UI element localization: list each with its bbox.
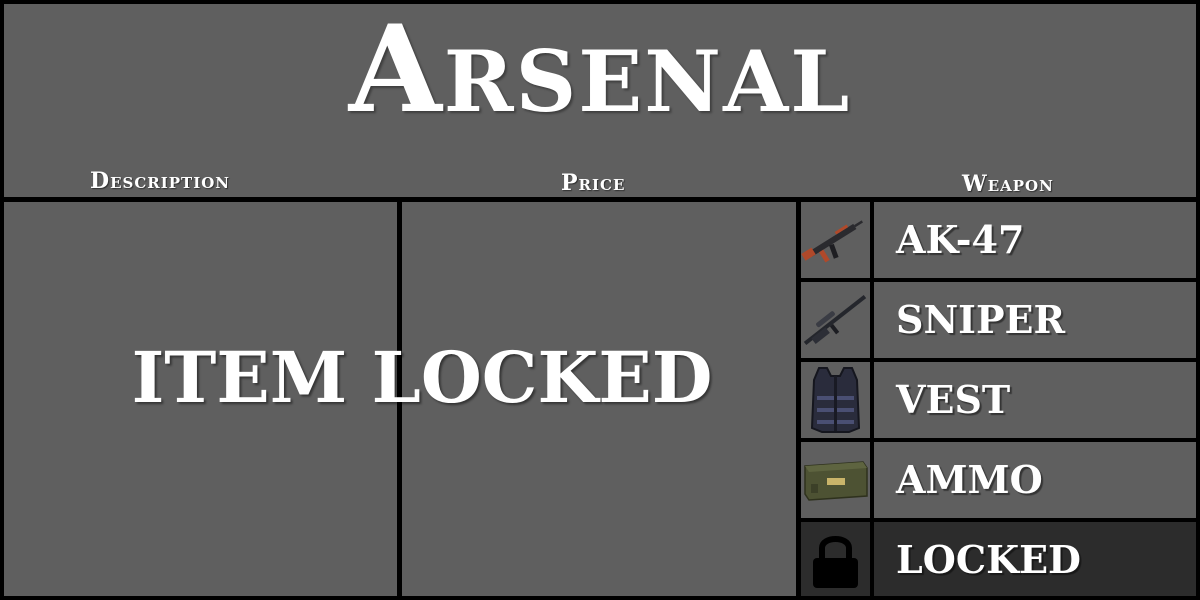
page-title: Arsenal — [348, 0, 852, 140]
ammo-box-icon — [801, 442, 870, 518]
weapon-row-locked[interactable]: LOCKED — [801, 522, 1196, 596]
weapon-label-cell[interactable]: LOCKED — [874, 522, 1196, 596]
padlock-icon — [801, 522, 870, 596]
weapon-label: SNIPER — [896, 297, 1066, 342]
weapon-label: VEST — [896, 377, 1011, 422]
weapon-label: LOCKED — [896, 537, 1082, 582]
weapon-label-cell[interactable]: AK-47 — [874, 202, 1196, 278]
weapon-row-ak47[interactable]: AK-47 — [801, 202, 1196, 278]
body-armor-vest-icon — [801, 362, 870, 438]
weapon-label-cell[interactable]: VEST — [874, 362, 1196, 438]
arsenal-screen: Arsenal Description Price Weapon ITEM LO… — [0, 0, 1200, 600]
weapon-label-cell[interactable]: AMMO — [874, 442, 1196, 518]
ak47-icon — [801, 202, 870, 278]
description-column-header: Description — [90, 168, 230, 194]
item-locked-status: ITEM LOCKED — [131, 336, 713, 419]
price-column-header: Price — [561, 170, 626, 196]
weapon-row-sniper[interactable]: SNIPER — [801, 282, 1196, 358]
weapon-column-header: Weapon — [962, 171, 1054, 197]
header-panel: Arsenal Description Price Weapon — [4, 4, 1196, 197]
weapon-label: AMMO — [896, 457, 1043, 502]
weapon-label-cell[interactable]: SNIPER — [874, 282, 1196, 358]
weapon-row-ammo[interactable]: AMMO — [801, 442, 1196, 518]
weapon-row-vest[interactable]: VEST — [801, 362, 1196, 438]
weapon-label: AK-47 — [896, 217, 1025, 262]
sniper-rifle-icon — [801, 282, 870, 358]
